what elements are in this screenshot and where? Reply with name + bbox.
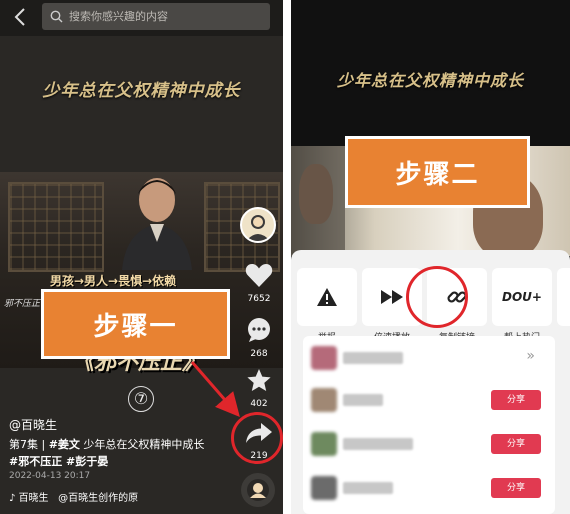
list-item[interactable]: » [311, 346, 547, 372]
list-item[interactable]: 分享 [311, 476, 547, 502]
dou-plus-icon: DOU+ [502, 290, 542, 304]
friend-name [343, 482, 393, 494]
share-to-friend-button[interactable]: 分享 [491, 478, 541, 498]
friend-avatar [311, 432, 337, 456]
report-action[interactable]: 举报 [297, 268, 357, 343]
step-two-label: 步骤二 [345, 136, 530, 208]
friend-name [343, 352, 403, 364]
friend-share-list: » 分享 分享 分享 [303, 336, 555, 514]
friend-avatar [311, 346, 337, 370]
share-to-friend-button[interactable]: 分享 [491, 434, 541, 454]
friend-name [343, 438, 413, 450]
friend-avatar [311, 388, 337, 412]
action-label: 一起 [557, 330, 570, 343]
dark-figure [291, 146, 345, 256]
chevron-right-icon[interactable]: » [526, 348, 535, 364]
watch-together-action[interactable]: 一起 [557, 268, 570, 343]
share-to-friend-button[interactable]: 分享 [491, 390, 541, 410]
friend-name [343, 394, 383, 406]
list-item[interactable]: 分享 [311, 388, 547, 414]
friend-avatar [311, 476, 337, 500]
list-item[interactable]: 分享 [311, 432, 547, 458]
video-banner-text: 少年总在父权精神中成长 [336, 71, 524, 90]
warning-icon [317, 288, 337, 306]
highlight-circle-copy-link [406, 266, 468, 328]
fast-forward-icon [381, 290, 403, 304]
right-screenshot: 少年总在父权精神中成长 举报 倍速播放 复制链 [291, 0, 570, 514]
dou-plus-action[interactable]: DOU+ 帮上热门 [492, 268, 552, 343]
